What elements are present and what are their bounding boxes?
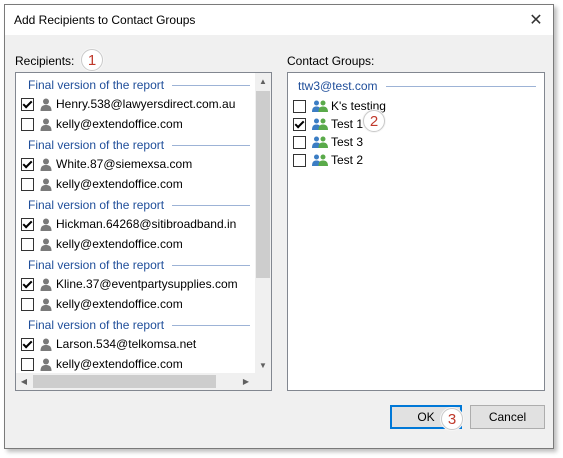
recipient-row[interactable]: kelly@extendoffice.com <box>21 175 183 193</box>
account-name: ttw3@test.com <box>298 79 378 93</box>
recipient-checkbox[interactable] <box>21 157 34 171</box>
person-icon <box>40 338 52 351</box>
recipient-email: kelly@extendoffice.com <box>56 117 183 131</box>
person-icon <box>40 278 52 291</box>
contact-group-checkbox[interactable] <box>293 135 306 149</box>
recipient-email: White.87@siemexsa.com <box>56 157 193 171</box>
recipients-list[interactable]: Final version of the report Henry.538@law… <box>15 72 272 391</box>
account-header: ttw3@test.com <box>298 78 536 94</box>
recipient-group-header: Final version of the report <box>28 257 250 273</box>
recipient-email: kelly@extendoffice.com <box>56 357 183 371</box>
recipient-row[interactable]: White.87@siemexsa.com <box>21 155 192 173</box>
group-header-text: Final version of the report <box>28 258 165 272</box>
step-badge-3: 3 <box>441 408 463 430</box>
divider <box>172 324 250 326</box>
person-icon <box>40 218 52 231</box>
contact-groups-list[interactable]: ttw3@test.com K's testing Test 1 Test 3 Tes… <box>287 72 545 391</box>
group-header-text: Final version of the report <box>28 78 165 92</box>
person-icon <box>40 358 52 371</box>
scroll-up-arrow-icon[interactable]: ▲ <box>255 73 271 89</box>
divider <box>385 85 536 87</box>
recipient-row[interactable]: kelly@extendoffice.com <box>21 355 183 373</box>
recipient-row[interactable]: Hickman.64268@sitibroadband.in <box>21 215 236 233</box>
recipient-group-header: Final version of the report <box>28 137 250 153</box>
recipient-email: Kline.37@eventpartysupplies.com <box>56 277 238 291</box>
contact-group-checkbox[interactable] <box>293 117 306 131</box>
step-badge-1: 1 <box>81 49 103 71</box>
recipient-email: kelly@extendoffice.com <box>56 177 183 191</box>
person-icon <box>40 158 52 171</box>
contact-group-item[interactable]: Test 2 <box>293 151 363 169</box>
close-icon[interactable]: ✕ <box>519 5 553 35</box>
recipient-email: Larson.534@telkomsa.net <box>56 337 197 351</box>
horizontal-scroll-thumb[interactable] <box>33 375 216 388</box>
group-header-text: Final version of the report <box>28 318 165 332</box>
contact-group-icon <box>312 154 328 166</box>
recipient-email: kelly@extendoffice.com <box>56 297 183 311</box>
contact-group-checkbox[interactable] <box>293 153 306 167</box>
recipients-vertical-scrollbar[interactable]: ▲ ▼ <box>255 73 271 373</box>
contact-group-icon <box>312 118 328 130</box>
person-icon <box>40 238 52 251</box>
group-header-text: Final version of the report <box>28 198 165 212</box>
divider <box>172 144 250 146</box>
group-header-text: Final version of the report <box>28 138 165 152</box>
scroll-left-arrow-icon[interactable]: ◀ <box>16 373 32 389</box>
recipient-email: Henry.538@lawyersdirect.com.au <box>56 97 236 111</box>
recipient-email: Hickman.64268@sitibroadband.in <box>56 217 237 231</box>
contact-groups-label: Contact Groups: <box>287 54 375 68</box>
scroll-right-arrow-icon[interactable]: ▶ <box>238 373 254 389</box>
vertical-scroll-thumb[interactable] <box>256 91 270 278</box>
recipients-horizontal-scrollbar[interactable]: ◀ ▶ <box>16 373 271 390</box>
contact-group-icon <box>312 100 328 112</box>
person-icon <box>40 118 52 131</box>
dialog-window: Add Recipients to Contact Groups ✕ Recip… <box>4 4 554 449</box>
window-title: Add Recipients to Contact Groups <box>14 13 196 27</box>
person-icon <box>40 298 52 311</box>
contact-group-checkbox[interactable] <box>293 99 306 113</box>
scroll-corner <box>255 373 271 390</box>
recipient-checkbox[interactable] <box>21 357 34 371</box>
recipient-checkbox[interactable] <box>21 117 34 131</box>
contact-group-item[interactable]: Test 3 <box>293 133 363 151</box>
recipient-row[interactable]: kelly@extendoffice.com <box>21 115 183 133</box>
recipient-checkbox[interactable] <box>21 237 34 251</box>
recipient-row[interactable]: kelly@extendoffice.com <box>21 235 183 253</box>
recipient-group-header: Final version of the report <box>28 197 250 213</box>
recipient-row[interactable]: Larson.534@telkomsa.net <box>21 335 196 353</box>
recipient-checkbox[interactable] <box>21 337 34 351</box>
recipient-checkbox[interactable] <box>21 217 34 231</box>
recipient-checkbox[interactable] <box>21 297 34 311</box>
divider <box>172 264 250 266</box>
person-icon <box>40 98 52 111</box>
recipient-checkbox[interactable] <box>21 97 34 111</box>
contact-group-icon <box>312 136 328 148</box>
contact-group-name: Test 2 <box>331 153 364 167</box>
title-bar[interactable]: Add Recipients to Contact Groups ✕ <box>5 5 553 35</box>
divider <box>172 204 250 206</box>
contact-group-name: Test 3 <box>331 135 364 149</box>
recipient-row[interactable]: Henry.538@lawyersdirect.com.au <box>21 95 235 113</box>
cancel-button[interactable]: Cancel <box>470 405 545 429</box>
scroll-down-arrow-icon[interactable]: ▼ <box>255 357 271 373</box>
recipients-label: Recipients: <box>15 54 75 68</box>
recipient-checkbox[interactable] <box>21 277 34 291</box>
recipient-email: kelly@extendoffice.com <box>56 237 183 251</box>
contact-group-item[interactable]: Test 1 <box>293 115 363 133</box>
contact-group-name: Test 1 <box>331 117 364 131</box>
step-badge-2: 2 <box>363 110 385 132</box>
person-icon <box>40 178 52 191</box>
recipient-checkbox[interactable] <box>21 177 34 191</box>
recipient-row[interactable]: kelly@extendoffice.com <box>21 295 183 313</box>
recipient-group-header: Final version of the report <box>28 317 250 333</box>
recipient-group-header: Final version of the report <box>28 77 250 93</box>
divider <box>172 84 250 86</box>
recipient-row[interactable]: Kline.37@eventpartysupplies.com <box>21 275 238 293</box>
